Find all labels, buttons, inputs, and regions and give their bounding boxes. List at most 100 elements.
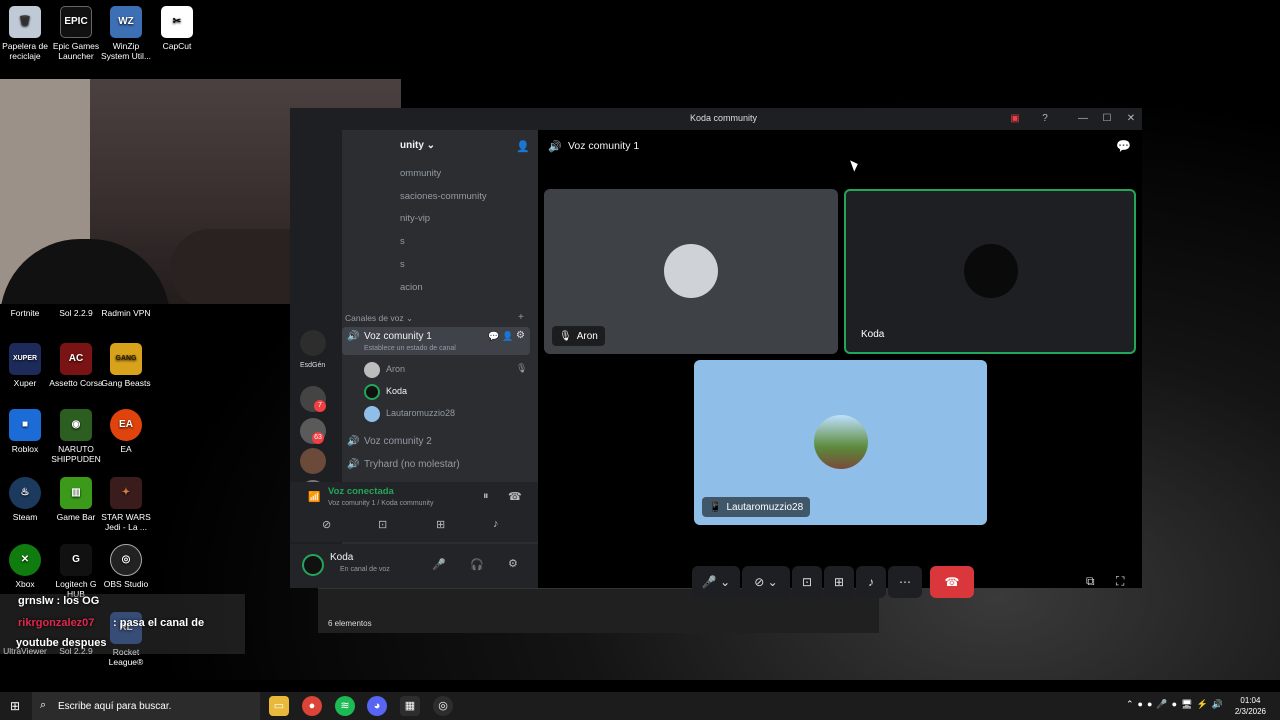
participant-avatar <box>664 244 718 298</box>
desktop-icon-epic-games[interactable]: EPIC Epic Games Launcher <box>48 6 104 61</box>
minimize-icon[interactable]: — <box>1076 112 1090 126</box>
server-icon[interactable] <box>300 448 326 474</box>
user-avatar[interactable] <box>302 554 324 576</box>
voice-channel-1[interactable]: 🔊 Voz comunity 1 Establece un estado de … <box>342 327 530 355</box>
participant-tile[interactable]: Koda <box>844 189 1136 354</box>
taskbar-search[interactable]: ⌕ Escribe aquí para buscar. <box>32 692 260 720</box>
chrome-icon[interactable]: ● <box>302 696 322 716</box>
discord-icon[interactable]: ◕ <box>367 696 387 716</box>
desktop-icon-xbox[interactable]: ✕ Xbox <box>0 544 53 589</box>
participant-tile[interactable]: 🎙 Aron <box>544 189 838 354</box>
invite-icon[interactable]: 👤 <box>502 331 513 342</box>
channel-status[interactable]: Establece un estado de canal <box>364 345 456 352</box>
text-channel[interactable]: acion <box>400 282 423 293</box>
spotify-icon[interactable]: ≋ <box>335 696 355 716</box>
gang-beasts-icon: GANG <box>110 343 142 375</box>
add-member-icon[interactable]: 👤 <box>516 140 530 153</box>
voice-connected-location[interactable]: Voz comunity 1 / Koda community <box>328 500 433 507</box>
screen-share-icon[interactable]: ⊡ <box>378 518 387 531</box>
window-title: Koda community <box>690 113 758 123</box>
desktop-icon-obs[interactable]: ◎ OBS Studio <box>98 544 154 589</box>
chat-username: rikrgonzalez07 <box>18 617 95 629</box>
system-tray-icons[interactable]: ⌃●●🎤●🖥⚡🔊 <box>1126 699 1227 710</box>
user-panel: Koda En canal de voz 🎤 🎧 ⚙ <box>290 544 538 588</box>
help-icon[interactable]: ? <box>1038 112 1052 126</box>
desktop-icon-xuper[interactable]: XUPER Xuper <box>0 343 53 388</box>
desktop-icon-steam[interactable]: ♨ Steam <box>0 477 53 522</box>
desktop-icon-sol[interactable]: Sol 2.2.9 <box>48 308 104 318</box>
desktop-icon-game-bar[interactable]: ▥ Game Bar <box>48 477 104 522</box>
desktop-icon-radmin[interactable]: Radmin VPN <box>98 308 154 318</box>
fullscreen-icon[interactable]: ⛶ <box>1116 574 1124 589</box>
discord-titlebar[interactable]: Koda community ▣ ? — ☐ ✕ <box>290 108 1142 130</box>
search-icon: ⌕ <box>40 699 47 711</box>
obs-icon[interactable]: ◎ <box>433 696 453 716</box>
server-name-header[interactable]: unity ⌄ <box>400 140 435 151</box>
disconnect-icon[interactable]: ☎ <box>508 490 522 503</box>
store-icon[interactable]: ▦ <box>400 696 420 716</box>
mobile-icon: 📱 <box>709 501 722 513</box>
desktop-icon-star-wars[interactable]: ✦ STAR WARS Jedi - La ... <box>98 477 154 532</box>
desktop-icon-logitech[interactable]: G Logitech G HUB <box>48 544 104 599</box>
speaker-icon: 🔊 <box>347 436 360 447</box>
desktop-icon-naruto[interactable]: ◉ NARUTO SHIPPUDEN <box>48 409 104 464</box>
username[interactable]: Koda <box>330 552 353 563</box>
voice-connection-panel: 📶 Voz conectada Voz comunity 1 / Koda co… <box>290 482 538 542</box>
inbox-icon[interactable]: ▣ <box>1008 112 1022 126</box>
start-icon[interactable]: ⊞ <box>10 699 20 713</box>
participant-label: 📱 Lautaromuzzio28 <box>702 497 811 517</box>
text-channel[interactable]: saciones-community <box>400 191 487 202</box>
desktop-icon-ea[interactable]: EA EA <box>98 409 154 454</box>
settings-icon[interactable]: ⚙ <box>516 330 525 341</box>
soundboard-button[interactable]: ♪ <box>856 566 886 598</box>
disconnect-call-button[interactable]: ☎ <box>930 566 974 598</box>
discord-window[interactable]: Koda community ▣ ? — ☐ ✕ EsdGén 7 63 uni… <box>290 108 1142 598</box>
text-channel[interactable]: nity-vip <box>400 213 430 224</box>
text-channel[interactable]: s <box>400 236 405 247</box>
camera-toggle-button[interactable]: ⊘ ⌄ <box>742 566 790 598</box>
headphones-icon[interactable]: 🎧 <box>470 558 484 571</box>
voice-channel-name: Voz comunity 1 <box>364 331 432 342</box>
chat-icon[interactable]: 💬 <box>488 331 499 342</box>
noise-suppression-icon[interactable]: ⏸ <box>483 490 489 503</box>
close-icon[interactable]: ✕ <box>1124 112 1138 126</box>
speaker-icon: 🔊 <box>347 459 360 470</box>
voice-connected-status: Voz conectada <box>328 486 394 497</box>
activities-button[interactable]: ⊞ <box>824 566 854 598</box>
mic-toggle-button[interactable]: 🎤 ⌄ <box>692 566 740 598</box>
text-channel[interactable]: ommunity <box>400 168 441 179</box>
notification-badge: 7 <box>314 400 326 412</box>
user-settings-icon[interactable]: ⚙ <box>508 557 518 570</box>
desktop-icon-fortnite[interactable]: Fortnite <box>0 308 53 318</box>
screen-share-button[interactable]: ⊡ <box>792 566 822 598</box>
participant-avatar <box>964 244 1018 298</box>
more-options-button[interactable]: ⋯ <box>888 566 922 598</box>
voice-category-header[interactable]: Canales de voz ⌄ <box>345 313 413 324</box>
avatar <box>364 362 380 378</box>
microphone-icon[interactable]: 🎤 <box>432 558 446 571</box>
desktop-icon-recycle-bin[interactable]: 🗑 Papelera de reciclaje <box>0 6 53 61</box>
pop-out-icon[interactable]: ⧉ <box>1086 574 1095 589</box>
soundboard-icon[interactable]: ♪ <box>493 518 499 530</box>
participant-tile[interactable]: 📱 Lautaromuzzio28 <box>694 360 987 525</box>
desktop-icon-winzip[interactable]: WZ WinZip System Util... <box>98 6 154 61</box>
speaker-icon: 🔊 <box>347 331 360 342</box>
voice-channel-3[interactable]: 🔊 Tryhard (no molestar) <box>342 455 530 483</box>
server-icon[interactable] <box>300 330 326 356</box>
text-channel[interactable]: s <box>400 259 405 270</box>
taskbar-clock[interactable]: 01:04 2/3/2026 <box>1235 695 1266 717</box>
taskbar: ⊞ ⌕ Escribe aquí para buscar. ▭ ● ≋ ◕ ▦ … <box>0 692 1280 720</box>
camera-off-icon[interactable]: ⊘ <box>322 518 331 531</box>
file-explorer-icon[interactable]: ▭ <box>269 696 289 716</box>
recycle-bin-icon: 🗑 <box>9 6 41 38</box>
maximize-icon[interactable]: ☐ <box>1100 112 1114 126</box>
chat-toggle-icon[interactable]: 💬 <box>1116 139 1131 153</box>
desktop-icon-roblox[interactable]: ■ Roblox <box>0 409 53 454</box>
activities-icon[interactable]: ⊞ <box>436 518 445 531</box>
desktop-icon-assetto[interactable]: AC Assetto Corsa <box>48 343 104 388</box>
desktop-icon-gang-beasts[interactable]: GANG Gang Beasts <box>98 343 154 388</box>
signal-icon: 📶 <box>308 492 321 503</box>
desktop-icon-capcut[interactable]: ✂ CapCut <box>149 6 205 51</box>
speaker-icon: 🔊 <box>548 141 562 153</box>
add-channel-icon[interactable]: + <box>518 312 524 323</box>
